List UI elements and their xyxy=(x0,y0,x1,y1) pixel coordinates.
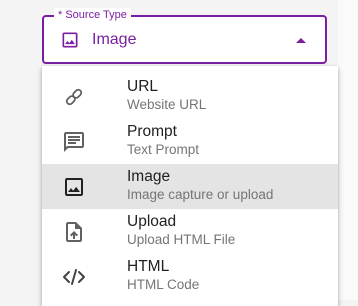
menu-item-subtitle: Text Prompt xyxy=(127,142,200,157)
caret-up-icon[interactable] xyxy=(295,36,307,44)
menu-item-title: Prompt xyxy=(127,123,177,140)
source-type-select[interactable]: * Source Type Image xyxy=(42,8,327,64)
menu-item-url[interactable]: URL Website URL xyxy=(42,74,338,119)
code-icon xyxy=(63,269,85,285)
link-icon xyxy=(65,88,83,106)
message-icon xyxy=(64,132,84,152)
menu-item-subtitle: Image capture or upload xyxy=(127,187,274,202)
image-icon xyxy=(65,178,83,196)
menu-item-html[interactable]: HTML HTML Code xyxy=(42,254,338,299)
source-type-label: * Source Type xyxy=(54,8,131,22)
menu-item-subtitle: HTML Code xyxy=(127,277,200,292)
menu-item-title: Upload xyxy=(127,213,177,230)
menu-item-upload[interactable]: Upload Upload HTML File xyxy=(42,209,338,254)
menu-item-image[interactable]: Image Image capture or upload xyxy=(42,164,338,209)
menu-item-subtitle: Website URL xyxy=(127,97,207,112)
menu-item-subtitle: Upload HTML File xyxy=(127,232,236,247)
file-upload-icon xyxy=(66,222,82,242)
image-icon xyxy=(62,32,78,48)
source-type-value: Image xyxy=(92,31,137,48)
menu-item-title: Image xyxy=(127,168,171,185)
menu-item-prompt[interactable]: Prompt Text Prompt xyxy=(42,119,338,164)
menu-item-title: HTML xyxy=(127,258,170,275)
page-background xyxy=(338,0,358,300)
menu-item-title: URL xyxy=(127,78,159,95)
source-type-menu: URL Website URL Prompt Text Prompt Image… xyxy=(42,66,338,306)
